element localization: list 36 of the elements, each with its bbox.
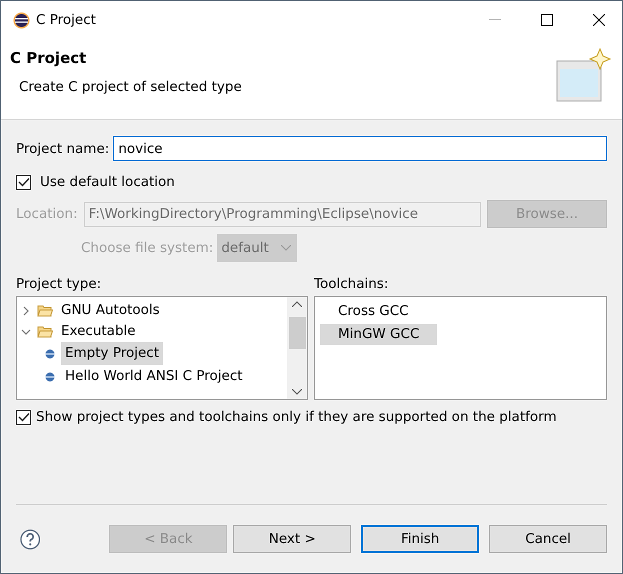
project-template-icon	[45, 372, 55, 382]
page-title: C Project	[10, 49, 88, 67]
scroll-down-icon[interactable]	[292, 389, 302, 395]
scrollbar[interactable]	[287, 297, 307, 399]
chevron-down-icon[interactable]	[21, 326, 31, 336]
chevron-right-icon[interactable]	[21, 306, 31, 316]
tree-item[interactable]: Hello World ANSI C Project	[61, 365, 247, 388]
location-label: Location:	[16, 206, 78, 222]
folder-icon	[37, 304, 53, 317]
list-item[interactable]: Cross GCC	[320, 301, 427, 322]
project-template-icon	[45, 348, 55, 358]
chevron-down-icon	[281, 245, 292, 251]
window-title: C Project	[36, 12, 97, 28]
project-name-label: Project name:	[16, 140, 110, 156]
checkbox[interactable]	[16, 174, 31, 190]
checkbox[interactable]	[16, 410, 31, 424]
page-description: Create C project of selected type	[18, 79, 242, 95]
dialog-button[interactable]: Cancel	[489, 525, 607, 553]
tree-item[interactable]: GNU Autotools	[59, 300, 162, 321]
project-name-field[interactable]: novice	[113, 136, 607, 161]
maximize-icon[interactable]	[541, 14, 553, 26]
folder-icon	[37, 325, 53, 338]
dialog-button[interactable]: Finish	[361, 525, 480, 553]
list-item[interactable]: MinGW GCC	[320, 324, 438, 345]
scroll-up-icon[interactable]	[292, 301, 302, 307]
close-icon[interactable]	[593, 14, 605, 26]
tree-item[interactable]: Executable	[59, 321, 138, 342]
file-system-label: Choose file system:	[81, 240, 214, 256]
project-type-label: Project type:	[16, 276, 102, 292]
eclipse-logo-icon	[13, 12, 30, 28]
use-default-location-label: Use default location	[40, 174, 175, 190]
dialog-button[interactable]: Next >	[233, 525, 352, 553]
toolchains-label: Toolchains:	[314, 276, 390, 292]
tree-item[interactable]: Empty Project	[61, 342, 164, 365]
show-supported-label: Show project types and toolchains only if they are supported on the platform	[36, 409, 557, 425]
help-icon[interactable]	[20, 528, 40, 550]
